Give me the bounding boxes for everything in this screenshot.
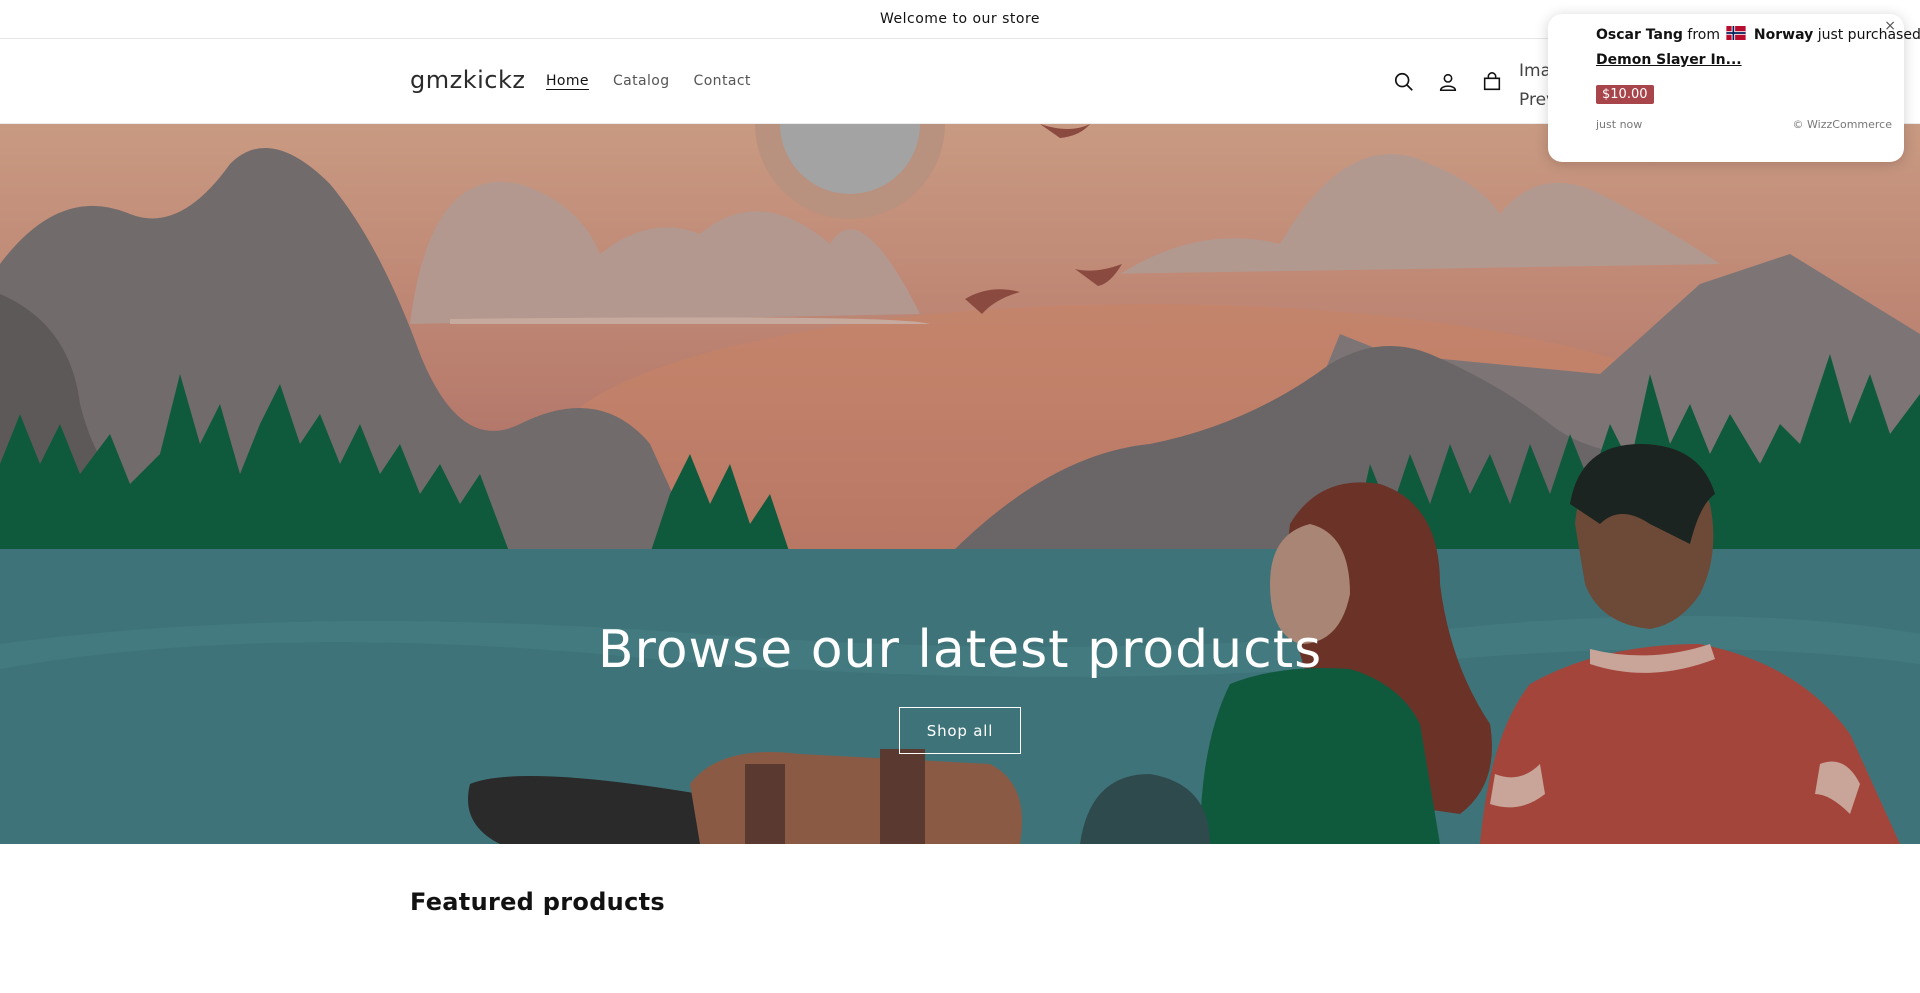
cart-icon[interactable] xyxy=(1477,67,1507,97)
popup-brand: © WizzCommerce xyxy=(1792,118,1892,131)
popup-purchase-text: Oscar Tang from Norway just purchased xyxy=(1596,26,1920,43)
price-badge: $10.00 xyxy=(1596,85,1654,104)
featured-products-title: Featured products xyxy=(410,888,665,916)
main-nav: Home Catalog Contact xyxy=(546,73,751,89)
search-icon[interactable] xyxy=(1389,67,1419,97)
announcement-text: Welcome to our store xyxy=(879,11,1041,27)
hero-heading: Browse our latest products xyxy=(597,620,1323,680)
popup-timestamp: just now xyxy=(1596,118,1643,131)
nav-home[interactable]: Home xyxy=(546,73,589,89)
norway-flag-icon xyxy=(1726,26,1747,40)
shop-all-button[interactable]: Shop all xyxy=(899,707,1021,754)
account-icon[interactable] xyxy=(1433,67,1463,97)
nav-catalog[interactable]: Catalog xyxy=(613,73,670,89)
hero-banner: Browse our latest products Shop all xyxy=(0,124,1920,844)
action-text: just purchased xyxy=(1817,27,1920,43)
buyer-name: Oscar Tang xyxy=(1596,27,1683,43)
purchased-product-link[interactable]: Demon Slayer In... xyxy=(1596,52,1742,68)
nav-contact[interactable]: Contact xyxy=(694,73,751,89)
store-logo[interactable]: gmzkickz xyxy=(410,66,525,94)
from-text: from xyxy=(1687,27,1720,43)
purchase-notification-popup[interactable]: × Oscar Tang from Norway just purchased … xyxy=(1548,14,1920,162)
buyer-country: Norway xyxy=(1753,27,1814,43)
